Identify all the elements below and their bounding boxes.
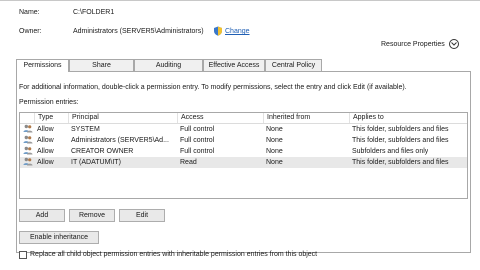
tab-central-policy[interactable]: Central Policy	[265, 59, 322, 71]
users-icon	[23, 146, 34, 157]
window-top-border	[0, 0, 480, 1]
cell-access: Full control	[180, 137, 215, 144]
table-row[interactable]: Allow CREATOR OWNER Full control None Su…	[20, 146, 467, 157]
users-icon	[23, 157, 34, 168]
replace-permissions-checkbox[interactable]	[19, 251, 27, 259]
cell-inherited-from: None	[266, 159, 283, 166]
table-row[interactable]: Allow SYSTEM Full control None This fold…	[20, 124, 467, 135]
permission-entries-label: Permission entries:	[19, 99, 79, 106]
column-principal[interactable]: Principal	[68, 113, 177, 123]
info-text: For additional information, double-click…	[19, 84, 407, 91]
cell-inherited-from: None	[266, 148, 283, 155]
name-label: Name:	[19, 9, 40, 16]
cell-access: Full control	[180, 126, 215, 133]
cell-inherited-from: None	[266, 126, 283, 133]
cell-access: Read	[180, 159, 197, 166]
cell-type: Allow	[37, 126, 54, 133]
chevron-down-icon[interactable]	[449, 39, 459, 49]
cell-type: Allow	[37, 137, 54, 144]
owner-label: Owner:	[19, 28, 42, 35]
tab-effective-access[interactable]: Effective Access	[203, 59, 265, 71]
tab-auditing[interactable]: Auditing	[134, 59, 203, 71]
column-type[interactable]: Type	[34, 113, 68, 123]
name-value: C:\FOLDER1	[73, 9, 115, 16]
cell-applies-to: This folder, subfolders and files	[352, 159, 449, 166]
advanced-security-settings-window: Name: C:\FOLDER1 Owner: Administrators (…	[0, 0, 480, 270]
enable-inheritance-button[interactable]: Enable inheritance	[19, 231, 99, 244]
table-row[interactable]: Allow Administrators (SERVER5\Ad... Full…	[20, 135, 467, 146]
cell-principal: IT (ADATUM\IT)	[71, 159, 121, 166]
users-icon	[23, 124, 34, 135]
users-icon	[23, 135, 34, 146]
cell-type: Allow	[37, 159, 54, 166]
table-row-selected[interactable]: Allow IT (ADATUM\IT) Read None This fold…	[20, 157, 467, 168]
column-inherited-from[interactable]: Inherited from	[263, 113, 349, 123]
cell-principal: CREATOR OWNER	[71, 148, 134, 155]
cell-principal: Administrators (SERVER5\Ad...	[71, 137, 169, 144]
cell-type: Allow	[37, 148, 54, 155]
tab-permissions[interactable]: Permissions	[16, 59, 69, 72]
cell-access: Full control	[180, 148, 215, 155]
owner-value: Administrators (SERVER5\Administrators)	[73, 28, 204, 35]
resource-properties-label[interactable]: Resource Properties	[381, 41, 445, 48]
permission-entries-table[interactable]: Type Principal Access Inherited from App…	[19, 112, 468, 199]
column-access[interactable]: Access	[177, 113, 263, 123]
cell-applies-to: Subfolders and files only	[352, 148, 429, 155]
shield-icon	[213, 26, 223, 36]
edit-button[interactable]: Edit	[119, 209, 165, 222]
cell-principal: SYSTEM	[71, 126, 100, 133]
replace-permissions-label[interactable]: Replace all child object permission entr…	[30, 251, 317, 258]
column-applies-to[interactable]: Applies to	[349, 113, 469, 123]
cell-applies-to: This folder, subfolders and files	[352, 126, 449, 133]
add-button[interactable]: Add	[19, 209, 65, 222]
cell-applies-to: This folder, subfolders and files	[352, 137, 449, 144]
change-owner-link[interactable]: Change	[225, 28, 250, 35]
tab-share[interactable]: Share	[69, 59, 134, 71]
cell-inherited-from: None	[266, 137, 283, 144]
table-header: Type Principal Access Inherited from App…	[20, 113, 467, 124]
remove-button[interactable]: Remove	[69, 209, 115, 222]
